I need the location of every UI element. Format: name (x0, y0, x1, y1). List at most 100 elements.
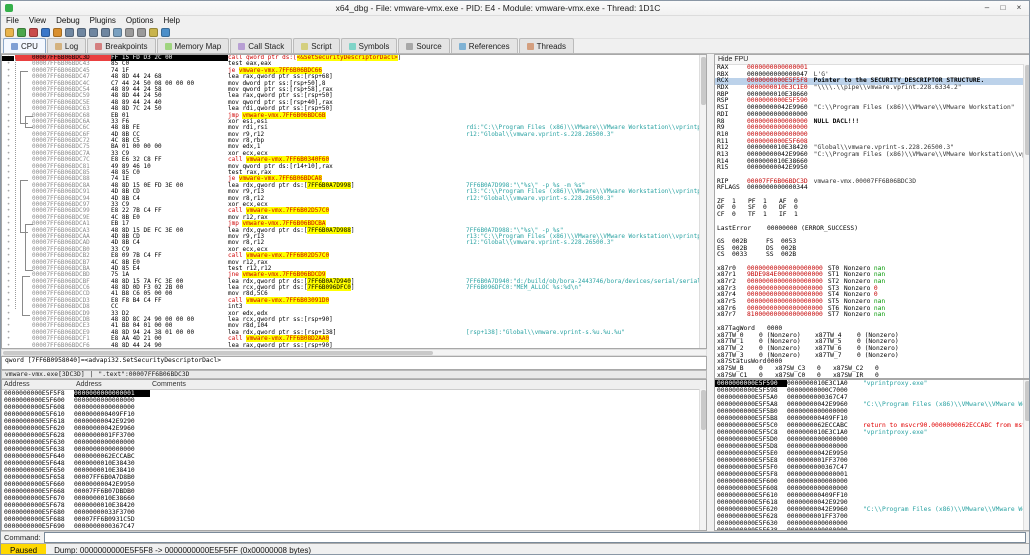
dump-row[interactable]: 0000000000E5F66000000000042E9950 (2, 481, 706, 488)
dump-row[interactable]: 0000000000E5F68800007FF6B0931C5D (2, 516, 706, 523)
stack-row[interactable]: 0000000000E5F59800000000000C7000 (715, 387, 1030, 394)
step-into-icon[interactable] (65, 28, 74, 37)
dump-row[interactable]: 0000000000E5F66800007FF6B07DBDB0 (2, 488, 706, 495)
close-button[interactable]: × (1011, 2, 1027, 14)
open-file-icon[interactable] (5, 28, 14, 37)
register-list: RAX0000000000000001RBX0000000000000047L'… (715, 65, 1030, 379)
register-row-x87r7[interactable]: x87r781000000000000000000ST7Nonzeronan (715, 312, 1030, 319)
dump-header-comments-2[interactable]: Comments (152, 381, 706, 388)
menu-item-debug[interactable]: Debug (51, 16, 85, 25)
tab-label: Script (311, 42, 331, 51)
tab-cpu[interactable]: CPU (3, 38, 46, 53)
dump-row[interactable]: 0000000000E5F6700000000010E38660 (2, 495, 706, 502)
dump-header-address-1[interactable]: Address (76, 381, 152, 388)
dump-header-address-0[interactable]: Address (2, 381, 76, 388)
menu-item-view[interactable]: View (24, 16, 51, 25)
stack-row[interactable]: 0000000000E5F5F00000000000367C47 (715, 464, 1030, 471)
dump-row[interactable]: 0000000000E5F62000000000042E9960 (2, 425, 706, 432)
stack-row[interactable]: 0000000000E5F5F80000000000000001 (715, 471, 1030, 478)
stack-row[interactable]: 0000000000E5F61800000000042E9290 (715, 499, 1030, 506)
lasterror-row: LastError00000000 (ERROR_SUCCESS) (715, 226, 1030, 233)
stack-row[interactable]: 0000000000E5F5C80000000010E3C1A0"vprintp… (715, 429, 1030, 436)
menu-item-plugins[interactable]: Plugins (85, 16, 121, 25)
dump-row[interactable]: 0000000000E5F6080000000000000000 (2, 404, 706, 411)
dump-row[interactable]: 0000000000E5F610000000000409FF10 (2, 411, 706, 418)
pause-icon[interactable] (53, 28, 62, 37)
scroll-thumb[interactable] (1025, 65, 1030, 155)
register-row-r15[interactable]: R1500000000042E9950 (715, 165, 1030, 172)
dump-row[interactable]: 0000000000E5F68000000000033F3700 (2, 509, 706, 516)
disassembly-scrollbar[interactable] (699, 55, 706, 348)
stack-row[interactable]: 0000000000E5F6300000000000000000 (715, 520, 1030, 527)
registers-scrollbar[interactable] (1023, 64, 1030, 378)
stack-row[interactable]: 0000000000E5F5A00000000000367C47 (715, 394, 1030, 401)
dump-row[interactable]: 0000000000E5F6500000000010E38410 (2, 467, 706, 474)
menu-item-file[interactable]: File (1, 16, 24, 25)
step-over-icon[interactable] (77, 28, 86, 37)
menu-item-help[interactable]: Help (159, 16, 185, 25)
module-divider: | (90, 371, 94, 378)
stop-icon[interactable] (29, 28, 38, 37)
stack-scrollbar[interactable] (1023, 380, 1030, 530)
dump-header: AddressAddressComments (2, 380, 706, 390)
tab-call-stack[interactable]: Call Stack (230, 38, 292, 53)
stack-row[interactable]: 0000000000E5F62000000000042E9960"C:\\Pro… (715, 506, 1030, 513)
dump-row[interactable]: 0000000000E5F5F80000000000000001 (2, 390, 706, 397)
info-line: qword [7FF6B0958040]=<advapi32.SetSecuri… (2, 357, 706, 364)
calculator-icon[interactable] (137, 28, 146, 37)
maximize-button[interactable]: □ (995, 2, 1011, 14)
stack-row[interactable]: 0000000000E5F6080000000000000000 (715, 485, 1030, 492)
update-window-icon[interactable] (113, 28, 122, 37)
stack-row[interactable]: 0000000000E5F5900000000010E3C1A0"vprintp… (715, 380, 1030, 387)
execute-till-return-icon[interactable] (101, 28, 110, 37)
favourites-icon[interactable] (149, 28, 158, 37)
dump-row[interactable]: 0000000000E5F6480000000010E38430 (2, 460, 706, 467)
run-icon[interactable] (41, 28, 50, 37)
stack-row[interactable]: 0000000000E5F5D00000000000000000 (715, 436, 1030, 443)
tab-threads[interactable]: Threads (519, 38, 574, 53)
command-input[interactable] (44, 532, 1026, 543)
tab-script[interactable]: Script (293, 38, 339, 53)
disassembly-hscrollbar[interactable] (1, 349, 707, 356)
dump-row[interactable]: 0000000000E5F6280000000001FF3700 (2, 432, 706, 439)
stack-row[interactable]: 0000000000E5F5A800000000042E9960"C:\\Pro… (715, 401, 1030, 408)
stack-row[interactable]: 0000000000E5F6000000000000000000 (715, 478, 1030, 485)
tab-references[interactable]: References (451, 38, 518, 53)
tab-log[interactable]: Log (47, 38, 86, 53)
disasm-row[interactable]: •00007FF6B06BDCF648 8D 44 24 90lea rax,q… (2, 343, 706, 349)
scroll-thumb[interactable] (701, 390, 706, 430)
settings-icon[interactable] (125, 28, 134, 37)
dump-row[interactable]: 0000000000E5F6900000000000367C47 (2, 523, 706, 530)
stack-row[interactable]: 0000000000E5F5B00000000000000000 (715, 408, 1030, 415)
scroll-thumb[interactable] (701, 57, 706, 105)
tab-breakpoints[interactable]: Breakpoints (87, 38, 155, 53)
dump-row[interactable]: 0000000000E5F65800007FF6B0A7D8B0 (2, 474, 706, 481)
dump-row[interactable]: 0000000000E5F61800000000042E9290 (2, 418, 706, 425)
register-row-rflags[interactable]: RFLAGS0000000000000344 (715, 185, 1030, 192)
scroll-thumb[interactable] (3, 351, 433, 355)
tab-symbols[interactable]: Symbols (341, 38, 398, 53)
stack-row[interactable]: 0000000000E5F6280000000001FF3700 (715, 513, 1030, 520)
stack-row[interactable]: 0000000000E5F5C00000000062ECCABCreturn t… (715, 422, 1030, 429)
minimize-button[interactable]: – (979, 2, 995, 14)
stack-row[interactable]: 0000000000E5F5D80000000000000000 (715, 443, 1030, 450)
dump-row[interactable]: 0000000000E5F6400000000062ECCABC (2, 453, 706, 460)
help-icon[interactable] (161, 28, 170, 37)
dump-row[interactable]: 0000000000E5F6780000000010E38420 (2, 502, 706, 509)
restart-icon[interactable] (17, 28, 26, 37)
step-out-icon[interactable] (89, 28, 98, 37)
dump-row[interactable]: 0000000000E5F6300000000000000000 (2, 439, 706, 446)
tab-memory-map[interactable]: Memory Map (157, 38, 230, 53)
module-address: ".text":00007FF6B06BDC3D (98, 371, 189, 378)
menu-item-options[interactable]: Options (121, 16, 159, 25)
dump-row[interactable]: 0000000000E5F6380000000000000000 (2, 446, 706, 453)
dump-address: 0000000000E5F680 (2, 509, 74, 516)
tab-source[interactable]: Source (398, 38, 449, 53)
stack-row[interactable]: 0000000000E5F610000000000409FF10 (715, 492, 1030, 499)
stack-row[interactable]: 0000000000E5F5B8000000000409FF10 (715, 415, 1030, 422)
dump-row[interactable]: 0000000000E5F6000000000000000000 (2, 397, 706, 404)
stack-row[interactable]: 0000000000E5F5E000000000042E9950 (715, 450, 1030, 457)
stack-row[interactable]: 0000000000E5F5E80000000001FF3700 (715, 457, 1030, 464)
dump-scrollbar[interactable] (699, 389, 706, 530)
scroll-thumb[interactable] (1025, 381, 1030, 421)
